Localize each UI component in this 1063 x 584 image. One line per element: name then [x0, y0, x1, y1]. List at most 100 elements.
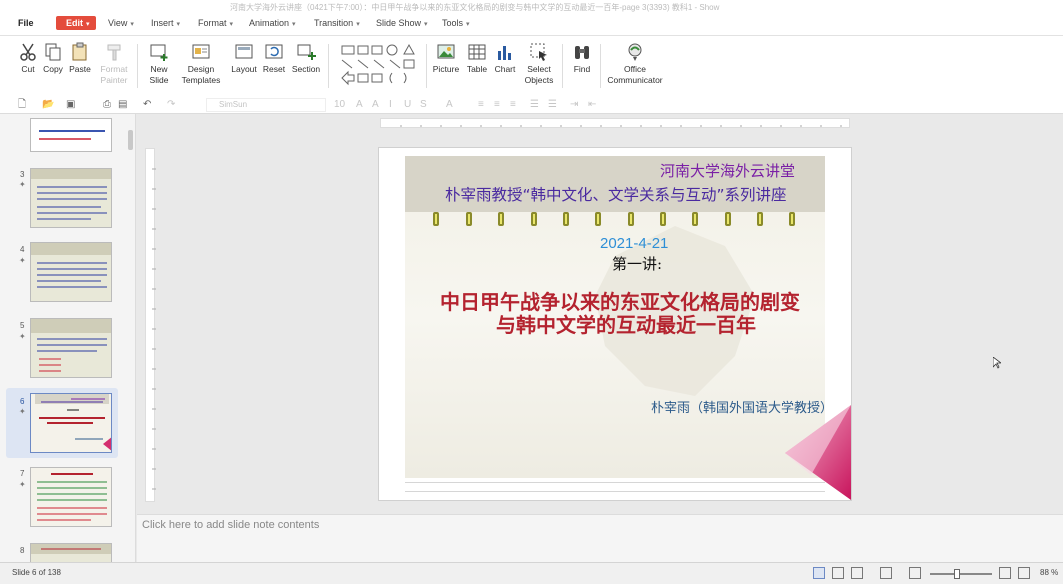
- binder-ring-icon: [498, 212, 504, 226]
- align-right-icon[interactable]: ≡: [510, 98, 516, 112]
- print-icon[interactable]: ⎙: [103, 98, 111, 112]
- star-icon: ✦: [19, 256, 26, 265]
- new-slide-label: New Slide: [149, 64, 169, 85]
- insert-chart-button[interactable]: Chart: [493, 42, 517, 75]
- grow-font-icon[interactable]: A: [372, 98, 379, 112]
- normal-view-icon[interactable]: [813, 567, 825, 579]
- format-painter-button[interactable]: Format Painter: [96, 42, 132, 86]
- office-communicator-button[interactable]: Office Communicator: [605, 42, 665, 86]
- reset-icon: [265, 44, 283, 59]
- slide-thumbnail-7[interactable]: [30, 467, 112, 527]
- zoom-slider-track[interactable]: [930, 573, 992, 575]
- slide-thumbnail-2[interactable]: [30, 118, 112, 152]
- font-family-select[interactable]: SimSun: [206, 98, 326, 112]
- zoom-out-icon[interactable]: [909, 567, 921, 579]
- zoom-level[interactable]: 88 %: [1040, 568, 1058, 577]
- slideshow-icon[interactable]: [880, 567, 892, 579]
- fit-to-window-icon[interactable]: [1018, 567, 1030, 579]
- paste-label: Paste: [69, 64, 91, 74]
- open-folder-icon[interactable]: 📂: [42, 98, 54, 112]
- slide-thumbnail-8[interactable]: [30, 543, 112, 562]
- horizontal-ruler: [380, 118, 850, 128]
- copy-icon: [45, 43, 61, 61]
- insert-table-button[interactable]: Table: [465, 42, 489, 75]
- paste-button[interactable]: Paste: [68, 42, 92, 75]
- layout-button[interactable]: Layout: [229, 42, 259, 75]
- italic-icon[interactable]: I: [389, 98, 392, 112]
- slide-number: 6: [20, 397, 25, 406]
- menu-insert-label: Insert: [151, 18, 174, 28]
- redo-icon[interactable]: ↷: [167, 98, 175, 112]
- slide-canvas[interactable]: 河南大学海外云讲堂 朴宰雨教授“韩中文化、文学关系与互动”系列讲座 2021-4…: [378, 147, 852, 501]
- numbering-icon[interactable]: ☰: [548, 98, 557, 112]
- lecture-topic-line-2[interactable]: 与韩中文学的互动最近一百年: [496, 309, 756, 338]
- zoom-slider-handle[interactable]: [954, 569, 960, 579]
- indent-icon[interactable]: ⇥: [570, 98, 578, 112]
- new-document-icon[interactable]: 🗋: [18, 98, 26, 112]
- find-button[interactable]: Find: [570, 42, 594, 75]
- slide-number: 3: [20, 170, 25, 179]
- slide-sorter-icon[interactable]: [832, 567, 844, 579]
- reset-button[interactable]: Reset: [262, 42, 286, 75]
- picture-label: Picture: [432, 64, 460, 74]
- design-templates-button[interactable]: Design Templates: [180, 42, 222, 86]
- underline-icon[interactable]: U: [404, 98, 411, 112]
- menu-insert[interactable]: Insert ▾: [151, 18, 180, 28]
- slide-notes-area[interactable]: Click here to add slide note contents: [137, 514, 1063, 562]
- copy-button[interactable]: Copy: [42, 42, 64, 75]
- zoom-in-icon[interactable]: [999, 567, 1011, 579]
- font-color-icon[interactable]: A: [446, 98, 453, 112]
- binder-ring-icon: [466, 212, 472, 226]
- align-left-icon[interactable]: ≡: [478, 98, 484, 112]
- outdent-icon[interactable]: ⇤: [588, 98, 596, 112]
- menu-edit[interactable]: Edit ▾: [56, 16, 96, 30]
- menu-transition[interactable]: Transition ▾: [314, 18, 360, 28]
- lecture-date[interactable]: 2021-4-21: [600, 235, 668, 252]
- cut-button[interactable]: Cut: [16, 42, 40, 75]
- font-size-select[interactable]: 10: [334, 98, 345, 112]
- slide-thumbnail-3[interactable]: [30, 168, 112, 228]
- binder-ring-icon: [563, 212, 569, 226]
- lecture-number[interactable]: 第一讲:: [612, 253, 662, 274]
- menu-animation[interactable]: Animation ▾: [249, 18, 296, 28]
- menu-slideshow[interactable]: Slide Show ▾: [376, 18, 428, 28]
- bold-icon[interactable]: A: [356, 98, 363, 112]
- shapes-gallery[interactable]: [338, 42, 422, 91]
- insert-picture-button[interactable]: Picture: [431, 42, 461, 75]
- layout-label: Layout: [231, 64, 257, 74]
- save-icon[interactable]: ▣: [66, 98, 75, 112]
- bar-chart-icon: [498, 46, 511, 60]
- find-label: Find: [573, 64, 591, 74]
- menu-tools[interactable]: Tools ▾: [442, 18, 470, 28]
- select-objects-button[interactable]: Select Objects: [522, 42, 556, 86]
- thumbnail-scrollbar[interactable]: [127, 114, 134, 562]
- undo-icon[interactable]: ↶: [143, 98, 151, 112]
- lecture-title[interactable]: 朴宰雨教授“韩中文化、文学关系与互动”系列讲座: [445, 183, 787, 205]
- slide-number: 8: [20, 546, 25, 555]
- print-preview-icon[interactable]: ▤: [118, 98, 127, 112]
- strikethrough-icon[interactable]: S: [420, 98, 427, 112]
- format-toolbar: 🗋 📂 ▣ ⎙ ▤ ↶ ↷ SimSun 10 A A I U S A ≡ ≡ …: [0, 96, 1063, 114]
- section-icon: [297, 44, 316, 60]
- section-button[interactable]: Section: [290, 42, 322, 75]
- menu-animation-label: Animation: [249, 18, 290, 28]
- thumbnail-preview: [31, 169, 111, 220]
- slide-thumbnail-4[interactable]: [30, 242, 112, 302]
- menu-format-label: Format: [198, 18, 227, 28]
- slide-thumbnail-5[interactable]: [30, 318, 112, 378]
- menu-view[interactable]: View ▾: [108, 18, 134, 28]
- slide-thumbnail-6[interactable]: [30, 393, 112, 453]
- menu-format[interactable]: Format ▾: [198, 18, 233, 28]
- menu-file[interactable]: File: [18, 18, 34, 28]
- binder-ring-icon: [757, 212, 763, 226]
- copy-label: Copy: [43, 64, 63, 74]
- format-painter-label: Format Painter: [100, 64, 128, 85]
- status-bar: Slide 6 of 138 88 %: [0, 562, 1063, 584]
- align-center-icon[interactable]: ≡: [494, 98, 500, 112]
- lecture-series-title[interactable]: 河南大学海外云讲堂: [660, 160, 795, 181]
- reading-view-icon[interactable]: [851, 567, 863, 579]
- binder-ring-icon: [660, 212, 666, 226]
- bullets-icon[interactable]: ☰: [530, 98, 539, 112]
- scrollbar-thumb[interactable]: [128, 130, 133, 150]
- new-slide-button[interactable]: New Slide: [144, 42, 174, 86]
